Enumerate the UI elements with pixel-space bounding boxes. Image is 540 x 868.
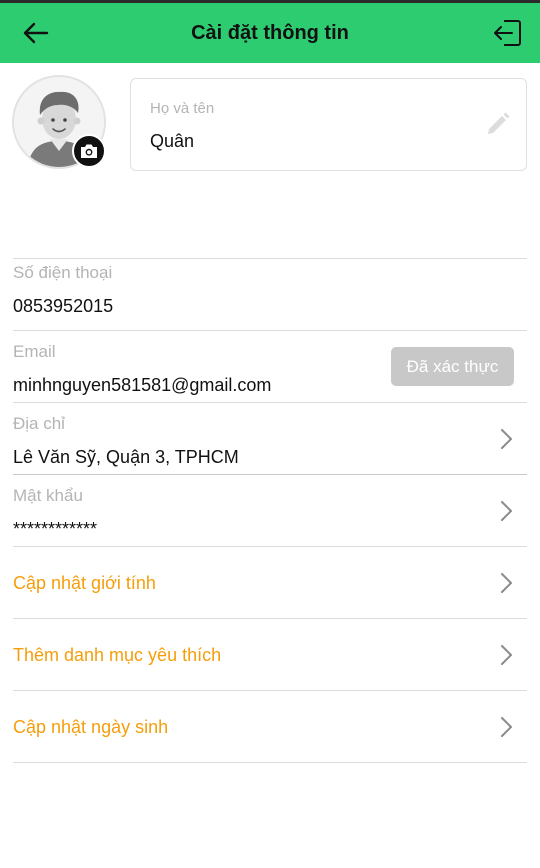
divider	[13, 618, 527, 619]
name-value: Quân	[150, 131, 195, 151]
divider	[13, 762, 527, 763]
divider	[13, 258, 527, 259]
email-value: minhnguyen581581@gmail.com	[13, 375, 272, 395]
divider	[13, 546, 527, 547]
address-label: Địa chỉ	[13, 414, 65, 433]
password-value: ************	[13, 519, 98, 539]
chevron-right-icon	[501, 717, 512, 737]
email-label: Email	[13, 342, 56, 361]
divider	[13, 330, 527, 331]
app-header: Cài đặt thông tin	[0, 3, 540, 63]
chevron-right-icon	[501, 429, 512, 449]
update-gender-label: Cập nhật giới tính	[13, 573, 156, 593]
chevron-right-icon	[501, 501, 512, 521]
camera-icon	[81, 144, 97, 158]
pencil-icon[interactable]	[484, 109, 512, 137]
update-birthday-label: Cập nhật ngày sinh	[13, 717, 169, 737]
change-avatar-button[interactable]	[72, 134, 106, 168]
verified-button[interactable]: Đã xác thực	[391, 347, 514, 386]
password-label: Mật khẩu	[13, 486, 83, 505]
name-label: Họ và tên	[150, 100, 215, 117]
divider	[13, 690, 527, 691]
logout-button[interactable]	[490, 15, 526, 51]
phone-label: Số điện thoại	[13, 263, 113, 282]
phone-value: 0853952015	[13, 296, 114, 316]
chevron-right-icon	[501, 645, 512, 665]
avatar-container[interactable]	[12, 75, 106, 169]
logout-icon	[494, 20, 521, 46]
chevron-right-icon	[501, 573, 512, 593]
divider	[13, 402, 527, 403]
address-value: Lê Văn Sỹ, Quận 3, TPHCM	[13, 447, 239, 467]
page-title: Cài đặt thông tin	[191, 22, 349, 44]
divider	[13, 474, 527, 475]
name-card[interactable]: Họ và tên Quân	[130, 78, 527, 171]
add-favorite-category-label: Thêm danh mục yêu thích	[13, 645, 222, 665]
